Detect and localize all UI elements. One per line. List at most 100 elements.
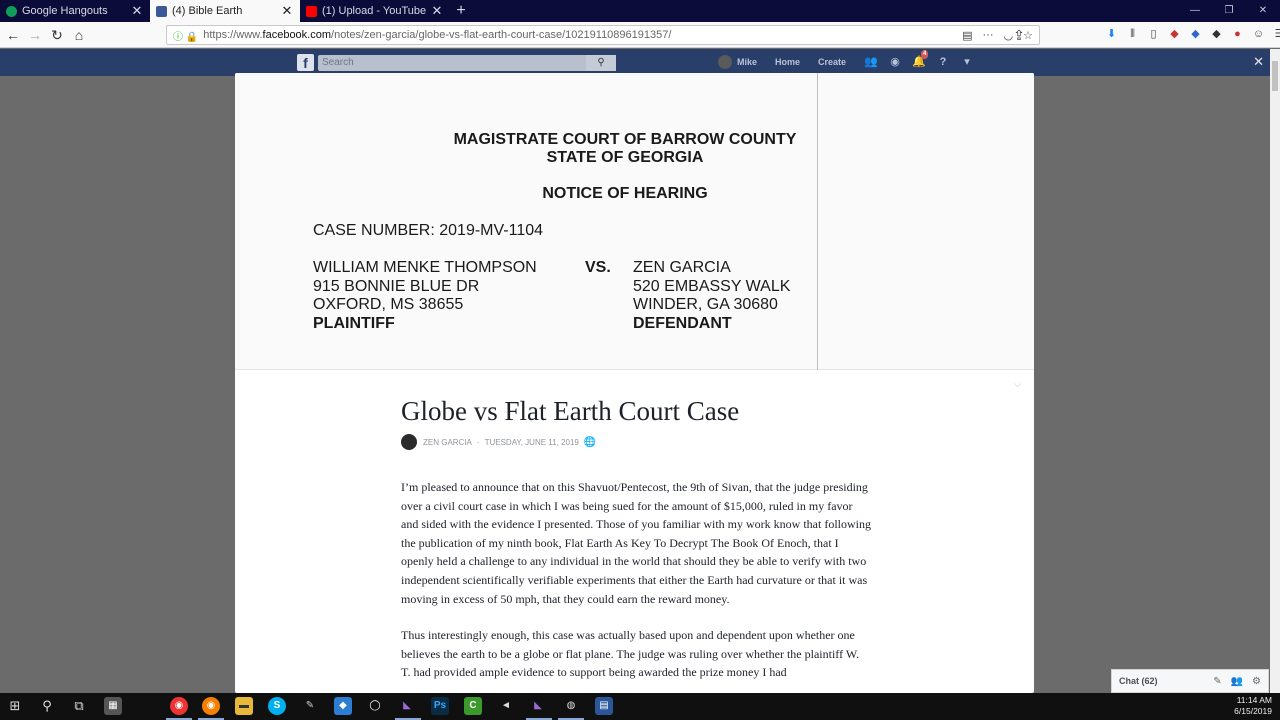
defendant-role: DEFENDANT — [633, 314, 732, 332]
visual-studio-code-icon[interactable]: ◣ — [529, 697, 547, 715]
plaintiff-block: WILLIAM MENKE THOMPSON 915 BONNIE BLUE D… — [313, 259, 537, 333]
account-menu-icon[interactable]: ▾ — [960, 55, 974, 69]
document-icon[interactable]: ▤ — [595, 697, 613, 715]
download-icon[interactable]: ⬇ — [1104, 25, 1119, 43]
avatar[interactable] — [718, 55, 732, 69]
close-tab-icon[interactable]: ✕ — [130, 3, 144, 19]
skype-icon[interactable]: S — [268, 697, 286, 715]
page-actions-icon[interactable]: ··· — [983, 29, 994, 42]
search-placeholder: Search — [322, 57, 354, 68]
chat-settings-icon[interactable]: ⚙ — [1252, 676, 1261, 687]
library-icon[interactable]: ⫴ — [1125, 25, 1140, 43]
restore-icon[interactable]: ❐ — [1212, 0, 1246, 22]
chevron-down-icon[interactable]: ⌵ — [1014, 379, 1022, 390]
url-text: https://www.facebook.com/notes/zen-garci… — [203, 29, 962, 41]
clock-time: 11:14 AM — [1236, 695, 1272, 705]
defendant-block: ZEN GARCIA 520 EMBASSY WALK WINDER, GA 3… — [633, 259, 790, 333]
tab-youtube-upload[interactable]: (1) Upload - YouTube ✕ — [300, 0, 450, 22]
help-icon[interactable]: ? — [936, 55, 950, 69]
paragraph: I’m pleased to announce that on this Sha… — [401, 480, 872, 606]
forward-icon[interactable]: → — [24, 24, 46, 46]
tab-title: Google Hangouts — [22, 5, 108, 17]
camtasia-icon[interactable]: C — [464, 697, 482, 715]
tab-google-hangouts[interactable]: Google Hangouts ✕ — [0, 0, 150, 22]
visual-studio-icon[interactable]: ◣ — [398, 697, 416, 715]
byline-separator: · — [476, 437, 480, 447]
menu-icon[interactable]: ☰ — [1272, 25, 1280, 43]
github-icon[interactable]: ◯ — [366, 697, 384, 715]
search-input[interactable]: Search ⚲ — [318, 55, 616, 71]
address-bar[interactable]: ⓘ 🔒 https://www.facebook.com/notes/zen-g… — [166, 25, 1040, 45]
facebook-logo-icon[interactable]: f — [297, 54, 314, 71]
profile-link[interactable]: Mike — [737, 57, 757, 67]
new-message-icon[interactable]: ✎ — [1213, 676, 1221, 687]
chat-label[interactable]: Chat (62) — [1119, 676, 1204, 686]
calculator-icon[interactable]: ▦ — [104, 697, 122, 715]
back-icon[interactable]: ← — [2, 24, 24, 46]
system-clock[interactable]: 11:14 AM 6/15/2019 — [1234, 695, 1272, 717]
messenger-icon[interactable]: ◉ — [888, 55, 902, 69]
file-explorer-icon[interactable]: ▬ — [235, 697, 253, 715]
lock-icon: ⓘ 🔒 — [173, 31, 199, 43]
chat-sidebar-tab[interactable]: Chat (62) ✎ 👥 ⚙ — [1111, 669, 1269, 693]
window-controls: — ❐ ✕ — [1178, 0, 1280, 22]
chrome-icon[interactable]: ◉ — [170, 697, 188, 715]
extension-icon[interactable]: ● — [1230, 25, 1245, 43]
minimize-icon[interactable]: — — [1178, 0, 1212, 22]
close-window-icon[interactable]: ✕ — [1246, 0, 1280, 22]
case-number: CASE NUMBER: 2019-MV-1104 — [313, 222, 544, 239]
defendant-name: ZEN GARCIA — [633, 259, 731, 276]
globe-icon: 🌐 — [583, 436, 597, 448]
notifications-icon[interactable]: 🔔 4 — [912, 50, 929, 69]
create-link[interactable]: Create — [818, 57, 846, 67]
app-icon[interactable]: ◄ — [497, 697, 515, 715]
group-chat-icon[interactable]: 👥 — [1231, 676, 1243, 687]
byline: ZEN GARCIA · TUESDAY, JUNE 11, 2019 🌐 — [401, 434, 871, 450]
extension-icon[interactable]: ◆ — [1188, 25, 1203, 43]
paragraph: Thus interestingly enough, this case was… — [401, 628, 860, 680]
account-icon[interactable]: ☺ — [1251, 25, 1266, 43]
post-date[interactable]: TUESDAY, JUNE 11, 2019 — [485, 438, 579, 447]
friend-requests-icon[interactable]: 👥 — [864, 55, 878, 69]
clock-date: 6/15/2019 — [1234, 706, 1272, 716]
firefox-icon[interactable]: ◉ — [202, 697, 220, 715]
author-avatar[interactable] — [401, 434, 417, 450]
task-view-icon[interactable]: ⧉ — [70, 697, 88, 715]
court-name: MAGISTRATE COURT OF BARROW COUNTY — [453, 131, 797, 148]
scrollbar-thumb[interactable] — [1272, 61, 1278, 91]
page-scrollbar[interactable] — [1270, 49, 1280, 693]
search-icon[interactable]: ⚲ — [38, 697, 56, 715]
home-icon[interactable]: ⌂ — [68, 24, 90, 46]
reload-icon[interactable]: ↻ — [46, 24, 68, 46]
close-note-icon[interactable]: ✕ — [1253, 54, 1264, 70]
notification-badge: 4 — [921, 50, 929, 59]
app-icon[interactable]: ◆ — [334, 697, 352, 715]
windows-taskbar: ⊞ ⚲ ⧉ ▦ ◉ ◉ ▬ S ✎ ◆ ◯ ◣ Ps C ◄ ◣ ◍ ▤ 11:… — [0, 693, 1280, 720]
windows-start-icon[interactable]: ⊞ — [6, 697, 24, 715]
tab-title: (4) Bible Earth — [172, 5, 243, 17]
new-tab-button[interactable]: + — [450, 0, 472, 22]
extension-icon[interactable]: ◆ — [1209, 25, 1224, 43]
photoshop-icon[interactable]: Ps — [431, 697, 449, 715]
extension-icon[interactable]: ◆ — [1167, 25, 1182, 43]
author-name[interactable]: ZEN GARCIA — [423, 438, 472, 447]
reader-view-icon[interactable]: ▤ — [962, 29, 972, 42]
facebook-icon — [156, 5, 167, 17]
notice-heading: NOTICE OF HEARING — [542, 185, 708, 202]
document-fold-line — [817, 73, 818, 370]
youtube-icon — [306, 5, 317, 17]
screenshot-icon[interactable]: ⇪ — [1008, 24, 1030, 46]
search-icon[interactable]: ⚲ — [586, 55, 616, 71]
tab-title: (1) Upload - YouTube — [322, 5, 427, 17]
paint-icon[interactable]: ✎ — [301, 697, 319, 715]
home-link[interactable]: Home — [775, 57, 800, 67]
facebook-nav: Mike Home Create 👥 ◉ 🔔 4 ? ▾ — [718, 50, 984, 69]
sidebar-icon[interactable]: ▯ — [1146, 25, 1161, 43]
obs-icon[interactable]: ◍ — [562, 697, 580, 715]
tab-bible-earth[interactable]: (4) Bible Earth ✕ — [150, 0, 300, 22]
close-tab-icon[interactable]: ✕ — [430, 3, 444, 19]
toolbar-icons: ⬇ ⫴ ▯ ◆ ◆ ◆ ● ☺ ☰ — [1104, 25, 1280, 43]
url-prefix: https://www. — [203, 29, 263, 41]
note-title: Globe vs Flat Earth Court Case — [401, 396, 740, 426]
close-tab-icon[interactable]: ✕ — [280, 3, 294, 19]
